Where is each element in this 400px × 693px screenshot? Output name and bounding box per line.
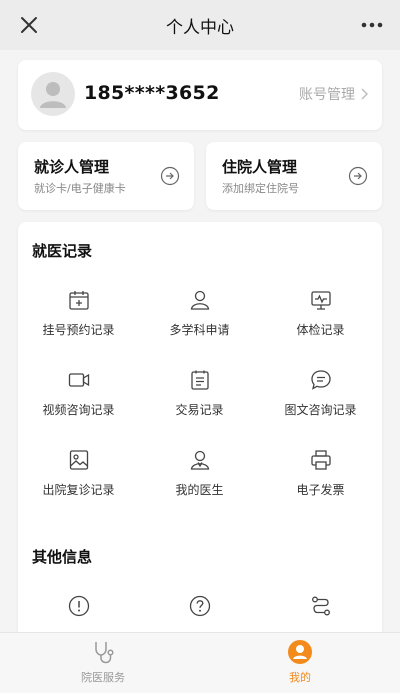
image-document-icon	[69, 450, 88, 470]
grid-item-label: 视频咨询记录	[42, 403, 115, 417]
grid-item-my-doctor[interactable]: 我的医生	[139, 448, 260, 508]
grid-item-transactions[interactable]: 交易记录	[139, 368, 260, 428]
grid-item-label: 多学科申请	[169, 323, 230, 337]
tab-mine[interactable]: 我的	[240, 639, 360, 691]
grid-item-label: 出院复诊记录	[42, 483, 115, 497]
grid-item-label: 交易记录	[175, 403, 224, 417]
grid-item-multidisciplinary[interactable]: 多学科申请	[139, 288, 260, 348]
inpatient-management-card[interactable]: 住院人管理 添加绑定住院号	[206, 142, 382, 210]
inpatient-management-subtitle: 添加绑定住院号	[222, 182, 299, 195]
user-avatar-icon	[40, 82, 66, 108]
more-icon[interactable]	[360, 14, 384, 36]
route-icon	[311, 596, 330, 616]
tab-label: 我的	[289, 671, 311, 684]
question-circle-icon	[189, 595, 210, 617]
profile-card: 185****3652 账号管理	[18, 60, 382, 130]
grid-item-discharge-followup[interactable]: 出院复诊记录	[18, 448, 139, 508]
calendar-plus-icon	[68, 291, 89, 310]
video-camera-icon	[68, 373, 89, 387]
grid-item-text-consult[interactable]: 图文咨询记录	[260, 368, 381, 428]
grid-item-label: 图文咨询记录	[284, 403, 357, 417]
receipt-icon	[190, 370, 209, 390]
phone-number: 185****3652	[84, 82, 220, 104]
other-info-title: 其他信息	[32, 548, 93, 566]
doctor-icon	[190, 450, 209, 470]
records-card: 就医记录 挂号预约记录 多学科申请 体检记录 视频咨询记录 交易记录 图文咨询记…	[18, 222, 382, 652]
grid-item-label: 电子发票	[296, 483, 345, 497]
grid-item-video-consult[interactable]: 视频咨询记录	[18, 368, 139, 428]
patient-management-card[interactable]: 就诊人管理 就诊卡/电子健康卡	[18, 142, 194, 210]
avatar[interactable]	[31, 72, 75, 116]
grid-item-checkup-records[interactable]: 体检记录	[260, 288, 381, 348]
grid-item-label: 挂号预约记录	[42, 323, 115, 337]
info-circle-icon	[68, 595, 89, 617]
user-icon	[288, 640, 312, 664]
grid-item-label: 体检记录	[296, 323, 345, 337]
tab-label: 院医服务	[81, 671, 125, 684]
grid-item-label: 我的医生	[175, 483, 224, 497]
users-icon	[190, 290, 209, 310]
monitor-pulse-icon	[310, 291, 331, 310]
arrow-circle-right-icon	[348, 166, 368, 186]
grid-item-registration-records[interactable]: 挂号预约记录	[18, 288, 139, 348]
chat-bubble-icon	[310, 370, 331, 390]
medical-records-title: 就医记录	[32, 242, 93, 260]
account-management-link[interactable]: 账号管理	[299, 84, 368, 104]
bottom-tab-bar: 院医服务 我的	[0, 632, 400, 693]
grid-item-e-invoice[interactable]: 电子发票	[260, 448, 381, 508]
top-bar: 个人中心	[0, 0, 400, 50]
inpatient-management-title: 住院人管理	[222, 158, 298, 176]
chevron-right-icon	[361, 88, 368, 100]
patient-management-title: 就诊人管理	[34, 158, 110, 176]
arrow-circle-right-icon	[160, 166, 180, 186]
account-management-label: 账号管理	[299, 87, 355, 103]
close-icon[interactable]	[18, 14, 40, 36]
page-title: 个人中心	[166, 17, 234, 38]
stethoscope-icon	[95, 642, 114, 664]
tab-hospital-service[interactable]: 院医服务	[43, 639, 163, 691]
patient-management-subtitle: 就诊卡/电子健康卡	[34, 182, 126, 195]
printer-icon	[310, 450, 331, 470]
